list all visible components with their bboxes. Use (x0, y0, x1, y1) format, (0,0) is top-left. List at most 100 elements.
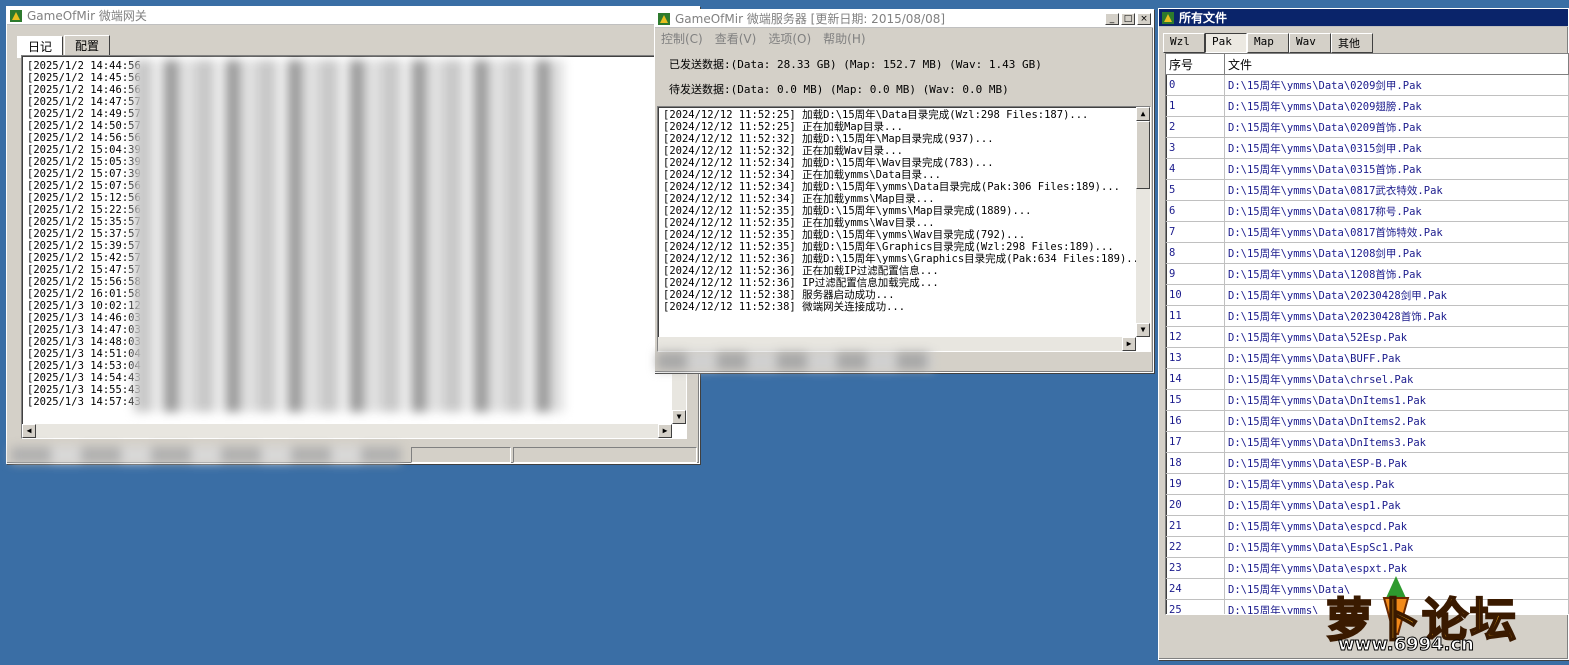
log-line: [2025/1/3 14:55:43 (27, 384, 141, 396)
table-row[interactable]: 13 D:\15周年\ymms\Data\BUFF.Pak (1166, 347, 1569, 369)
menu-help[interactable]: 帮助(H) (823, 30, 865, 47)
table-row[interactable]: 15 D:\15周年\ymms\Data\DnItems1.Pak (1166, 389, 1569, 411)
scroll-down-button[interactable]: ▼ (672, 410, 686, 424)
row-index: 2 (1166, 116, 1225, 138)
row-file-path: D:\15周年\ymms\Data\DnItems1.Pak (1224, 389, 1569, 411)
minimize-button[interactable]: _ (1105, 12, 1119, 25)
table-row[interactable]: 19 D:\15周年\ymms\Data\esp.Pak (1166, 473, 1569, 495)
table-row[interactable]: 7 D:\15周年\ymms\Data\0817首饰特效.Pak (1166, 221, 1569, 243)
log-line: [2024/12/12 11:52:25] 正在加载Map目录... (663, 121, 904, 133)
log-line: [2025/1/3 14:51:04 (27, 348, 141, 360)
maximize-button[interactable]: □ (1121, 12, 1135, 25)
row-index: 23 (1166, 557, 1225, 579)
table-row[interactable]: 17 D:\15周年\ymms\Data\DnItems3.Pak (1166, 431, 1569, 453)
scroll-up-button[interactable]: ▲ (1136, 107, 1150, 121)
table-row[interactable]: 22 D:\15周年\ymms\Data\EspSc1.Pak (1166, 536, 1569, 558)
table-row[interactable]: 11 D:\15周年\ymms\Data\20230428首饰.Pak (1166, 305, 1569, 327)
tab-wav[interactable]: Wav (1289, 33, 1331, 53)
watermark-logo: 萝卜论坛 www.6994.cn (1322, 568, 1562, 658)
log-line: [2024/12/12 11:52:34] 正在加载ymms\Map目录... (663, 193, 935, 205)
server-vertical-scrollbar[interactable]: ▲ ▼ (1136, 107, 1150, 337)
window-title: GameOfMir 微端网关 (27, 9, 147, 23)
status-panel (411, 447, 511, 463)
menu-control[interactable]: 控制(C) (661, 30, 703, 47)
column-header-index[interactable]: 序号 (1166, 54, 1225, 75)
table-row[interactable]: 21 D:\15周年\ymms\Data\espcd.Pak (1166, 515, 1569, 537)
files-titlebar[interactable]: 所有文件 (1159, 9, 1568, 27)
table-row[interactable]: 3 D:\15周年\ymms\Data\0315剑甲.Pak (1166, 137, 1569, 159)
app-icon (10, 9, 22, 22)
window-title: GameOfMir 微端服务器 [更新日期: 2015/08/08] (675, 12, 946, 26)
row-file-path: D:\15周年\ymms\Data\0315首饰.Pak (1224, 158, 1569, 180)
log-line: [2024/12/12 11:52:34] 加载D:\15周年\Wav目录完成(… (663, 157, 994, 169)
tab-config[interactable]: 配置 (64, 35, 111, 57)
log-line: [2025/1/2 15:42:57 (27, 252, 141, 264)
table-row[interactable]: 6 D:\15周年\ymms\Data\0817称号.Pak (1166, 200, 1569, 222)
gateway-horizontal-scrollbar[interactable]: ◀ ▶ (22, 424, 672, 438)
log-line: [2025/1/2 15:35:57 (27, 216, 141, 228)
redacted-status (657, 352, 933, 370)
table-row[interactable]: 18 D:\15周年\ymms\Data\ESP-B.Pak (1166, 452, 1569, 474)
table-row[interactable]: 9 D:\15周年\ymms\Data\1208首饰.Pak (1166, 263, 1569, 285)
log-line: [2025/1/2 14:45:56 (27, 72, 141, 84)
row-file-path: D:\15周年\ymms\Data\chrsel.Pak (1224, 368, 1569, 390)
log-line: [2024/12/12 11:52:35] 正在加载ymms\Wav目录... (663, 217, 935, 229)
row-index: 22 (1166, 536, 1225, 558)
log-line: [2024/12/12 11:52:36] 加载D:\15周年\ymms\Gra… (663, 253, 1146, 265)
close-button[interactable]: × (1137, 12, 1151, 25)
row-index: 5 (1166, 179, 1225, 201)
scroll-right-button[interactable]: ▶ (1122, 337, 1136, 351)
log-line: [2025/1/3 14:53:04 (27, 360, 141, 372)
menu-options[interactable]: 选项(O) (768, 30, 811, 47)
row-file-path: D:\15周年\ymms\Data\DnItems2.Pak (1224, 410, 1569, 432)
file-list-panel[interactable]: 序号 文件 0 D:\15周年\ymms\Data\0209剑甲.Pak 1 D:\1… (1165, 53, 1569, 615)
table-row[interactable]: 5 D:\15周年\ymms\Data\0817武衣特效.Pak (1166, 179, 1569, 201)
log-line: [2025/1/3 10:02:12 (27, 300, 141, 312)
log-line: [2025/1/2 15:05:39 (27, 156, 141, 168)
table-header: 序号 文件 (1166, 54, 1569, 75)
tab-map[interactable]: Map (1247, 33, 1289, 53)
log-line: [2025/1/2 15:56:58 (27, 276, 141, 288)
server-log-panel[interactable]: [2024/12/12 11:52:25] 加载D:\15周年\Data目录完成… (657, 106, 1151, 352)
table-row[interactable]: 2 D:\15周年\ymms\Data\0209首饰.Pak (1166, 116, 1569, 138)
log-line: [2025/1/2 14:49:57 (27, 108, 141, 120)
tab-pak[interactable]: Pak (1205, 33, 1247, 53)
row-index: 6 (1166, 200, 1225, 222)
row-file-path: D:\15周年\ymms\Data\0817称号.Pak (1224, 200, 1569, 222)
table-row[interactable]: 8 D:\15周年\ymms\Data\1208剑甲.Pak (1166, 242, 1569, 264)
redacted-status (11, 447, 401, 463)
row-file-path: D:\15周年\ymms\Data\espcd.Pak (1224, 515, 1569, 537)
watermark-site: www.6994.cn (1338, 634, 1475, 656)
tab-wzl[interactable]: Wzl (1163, 33, 1205, 53)
row-index: 1 (1166, 95, 1225, 117)
row-file-path: D:\15周年\ymms\Data\0817首饰特效.Pak (1224, 221, 1569, 243)
log-line: [2025/1/3 14:47:03 (27, 324, 141, 336)
tab-other[interactable]: 其他 (1331, 33, 1373, 53)
table-row[interactable]: 10 D:\15周年\ymms\Data\20230428剑甲.Pak (1166, 284, 1569, 306)
file-table: 序号 文件 0 D:\15周年\ymms\Data\0209剑甲.Pak 1 D:\1… (1166, 54, 1569, 614)
log-line: [2025/1/2 15:07:39 (27, 168, 141, 180)
scroll-left-button[interactable]: ◀ (22, 424, 36, 438)
log-line: [2024/12/12 11:52:32] 加载D:\15周年\Map目录完成(… (663, 133, 994, 145)
column-header-file[interactable]: 文件 (1224, 54, 1569, 75)
gateway-titlebar[interactable]: GameOfMir 微端网关 _ (7, 7, 699, 25)
table-row[interactable]: 14 D:\15周年\ymms\Data\chrsel.Pak (1166, 368, 1569, 390)
table-row[interactable]: 12 D:\15周年\ymms\Data\52Esp.Pak (1166, 326, 1569, 348)
scroll-right-button[interactable]: ▶ (658, 424, 672, 438)
row-file-path: D:\15周年\ymms\Data\52Esp.Pak (1224, 326, 1569, 348)
table-row[interactable]: 16 D:\15周年\ymms\Data\DnItems2.Pak (1166, 410, 1569, 432)
scroll-down-button[interactable]: ▼ (1136, 323, 1150, 337)
log-line: [2024/12/12 11:52:38] 微端网关连接成功... (663, 301, 906, 313)
table-row[interactable]: 4 D:\15周年\ymms\Data\0315首饰.Pak (1166, 158, 1569, 180)
table-row[interactable]: 1 D:\15周年\ymms\Data\0209翅膀.Pak (1166, 95, 1569, 117)
scroll-thumb[interactable] (1136, 121, 1150, 189)
server-titlebar[interactable]: GameOfMir 微端服务器 [更新日期: 2015/08/08] _ □ × (655, 10, 1153, 28)
table-row[interactable]: 20 D:\15周年\ymms\Data\esp1.Pak (1166, 494, 1569, 516)
table-row[interactable]: 0 D:\15周年\ymms\Data\0209剑甲.Pak (1166, 74, 1569, 96)
menu-view[interactable]: 查看(V) (715, 30, 757, 47)
row-file-path: D:\15周年\ymms\Data\0315剑甲.Pak (1224, 137, 1569, 159)
row-index: 20 (1166, 494, 1225, 516)
server-horizontal-scrollbar[interactable]: ▶ (658, 337, 1136, 351)
gateway-log-panel[interactable]: [2025/1/2 14:44:56 [2025/1/2 14:45:56 [202… (21, 55, 687, 439)
row-file-path: D:\15周年\ymms\Data\1208剑甲.Pak (1224, 242, 1569, 264)
